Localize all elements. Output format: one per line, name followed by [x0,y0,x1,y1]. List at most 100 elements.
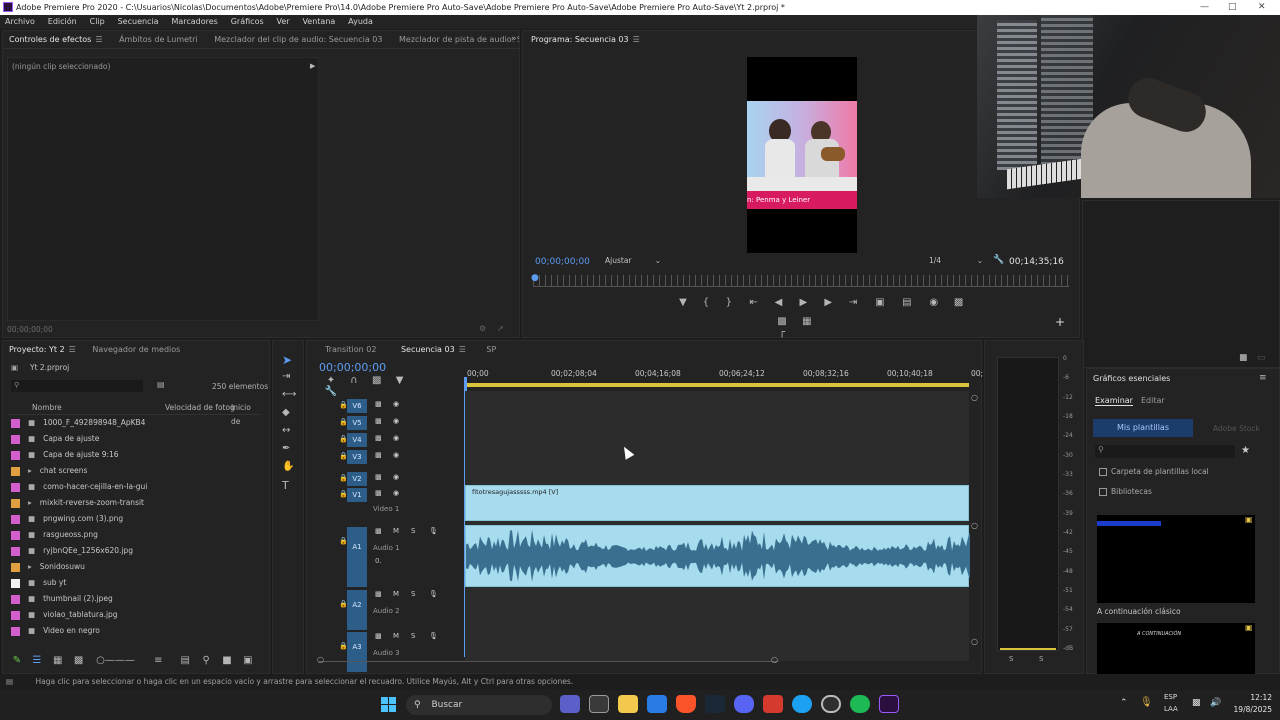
filter-icon[interactable]: ⚙ [479,324,486,333]
mute-button[interactable]: M [393,527,399,535]
selection-tool-icon[interactable]: ➤ [282,353,292,367]
menu-ver[interactable]: Ver [277,17,290,26]
template-thumbnail-1[interactable] [1097,515,1255,603]
trash-icon[interactable]: ▭ [1257,353,1266,363]
new-bin-folder-icon[interactable]: ■ [218,655,236,666]
project-item[interactable]: ■ como-hacer-cejilla-en-la-gui [11,479,261,495]
wrench-icon[interactable]: 🔧 [993,255,1004,265]
go-to-out-icon[interactable]: ⇥ [841,297,865,308]
mark-in-icon[interactable]: { [696,297,716,308]
maximize-icon[interactable]: □ [1228,0,1237,15]
language-2[interactable]: LAA [1164,705,1178,713]
tab-browse[interactable]: Examinar [1095,396,1133,406]
razor-tool-icon[interactable]: ◆ [282,407,290,418]
project-item[interactable]: ▸ chat screens [11,463,261,479]
project-item[interactable]: ■ 1000_F_492898948_ApKB4 [11,415,261,431]
adobe-stock-button[interactable]: Adobe Stock [1213,424,1260,433]
video-track-header[interactable]: 🔒 V6 ▩ ◉ [307,399,467,415]
tab-lumetri-scopes[interactable]: Ámbitos de Lumetri [119,35,198,44]
automate-icon[interactable]: ▤ [176,655,194,666]
track-select-icon[interactable]: ⇥ [282,371,290,382]
timeline-horizontal-scroll[interactable]: ○ ○ [317,655,779,665]
solo-button[interactable]: S [411,632,415,640]
icon-view-icon[interactable]: ▦ [49,655,67,666]
export-icon[interactable]: ↗ [497,324,504,333]
project-item[interactable]: ■ rasgueoss.png [11,527,261,543]
zoom-slider[interactable]: ○——— [91,655,141,666]
eye-icon[interactable]: ◉ [393,434,399,442]
microphone-icon[interactable]: 🎙 [429,590,438,598]
sync-icon[interactable]: ▩ [375,489,382,497]
menu-ayuda[interactable]: Ayuda [348,17,373,26]
type-tool-icon[interactable]: T [282,479,289,492]
project-item[interactable]: ■ Video en negro [11,623,261,639]
safe-margins-icon[interactable]: ▩ [771,316,793,327]
sync-icon[interactable]: ▩ [375,527,382,535]
discord-icon[interactable] [734,695,754,713]
eye-icon[interactable]: ◉ [393,451,399,459]
tab-sp[interactable]: SP [486,345,496,354]
video-clip[interactable]: fitotresagujasssss.mp4 [V] [465,485,969,521]
compare-icon[interactable]: ▩ [949,297,969,308]
project-item[interactable]: ■ Capa de ajuste 9:16 [11,447,261,463]
freeform-view-icon[interactable]: ▩ [70,655,88,666]
fit-dropdown[interactable]: Ajustar ⌄ [605,256,661,268]
playhead-marker[interactable]: ● [531,273,539,283]
step-forward-icon[interactable]: ▶ [818,297,838,308]
menu-marcadores[interactable]: Marcadores [171,17,217,26]
program-current-timecode[interactable]: 00;00;00;00 [535,257,590,267]
close-icon[interactable]: ✕ [1258,0,1266,15]
video-track-header[interactable]: 🔒 V1 ▩ ◉ [307,488,467,504]
add-button[interactable]: + [1055,315,1065,329]
timeline-timecode[interactable]: 00;00;00;00 [319,361,386,374]
wondershare-icon[interactable] [763,695,783,713]
find-icon[interactable]: ⚲ [197,655,215,666]
track-target[interactable]: V4 [347,433,367,447]
lift-icon[interactable]: ▣ [868,297,892,308]
play-triangle-icon[interactable]: ▶ [310,62,315,70]
tab-media-browser[interactable]: Navegador de medios [92,345,180,354]
project-search-input[interactable]: ⚲ [11,380,143,392]
column-name[interactable]: Nombre [32,401,62,415]
microphone-icon[interactable]: 🎙 [1140,697,1153,708]
eye-icon[interactable]: ◉ [393,489,399,497]
tracks-area[interactable]: fitotresagujasssss.mp4 [V] [465,391,970,661]
eye-icon[interactable]: ◉ [393,400,399,408]
panel-overflow-icon[interactable]: » [511,34,517,44]
notion-icon[interactable] [589,695,609,713]
menu-icon[interactable]: ≡ [1259,373,1267,383]
windows-start-icon[interactable] [381,697,397,713]
work-area-bar[interactable] [465,383,969,387]
chevron-up-icon[interactable]: ⌃ [1120,698,1128,708]
track-target[interactable]: A1 [347,527,367,587]
clock-time[interactable]: 12:12 [1236,693,1272,702]
taskbar-search[interactable]: ⚲ Buscar [406,695,552,715]
clock-date[interactable]: 19/8/2025 [1228,705,1272,714]
tab-project[interactable]: Proyecto: Yt 2 [9,345,65,354]
sync-icon[interactable]: ▩ [375,473,382,481]
video-track-header[interactable]: 🔒 V2 ▩ ◉ [307,472,467,488]
go-to-in-icon[interactable]: ⇤ [742,297,766,308]
camera-icon[interactable]: ◉ [922,297,946,308]
volume-icon[interactable]: 🔊 [1210,698,1221,708]
local-templates-checkbox[interactable]: Carpeta de plantillas local [1099,467,1279,479]
project-item[interactable]: ▸ mixkit-reverse-zoom-transit [11,495,261,511]
tab-transition-02[interactable]: Transition 02 [325,345,376,354]
tab-program[interactable]: Programa: Secuencia 03 [531,35,629,44]
network-icon[interactable]: ▩ [1192,698,1201,708]
audio-track-header[interactable]: 🔒 A2 ▩ M S 🎙 Audio 2 [307,590,467,630]
video-track-header[interactable]: 🔒 V3 ▩ ◉ [307,450,467,466]
track-target[interactable]: V3 [347,450,367,464]
menu-ventana[interactable]: Ventana [302,17,335,26]
brave-icon[interactable] [676,695,696,713]
marker-icon[interactable]: ▼ [673,297,693,308]
program-time-ruler[interactable] [533,275,1069,287]
play-icon[interactable]: ▶ [791,297,815,308]
column-frame-rate[interactable]: Velocidad de fotog [165,401,235,415]
mark-out-icon[interactable]: } [719,297,739,308]
timeline-vertical-scroll[interactable]: ○ ○ ○ [969,391,981,661]
mute-button[interactable]: M [393,632,399,640]
effect-controls-area[interactable]: (ningún clip seleccionado) ▶ [7,57,319,321]
audio-clip[interactable] [465,525,970,587]
star-icon[interactable]: ★ [1241,445,1250,456]
